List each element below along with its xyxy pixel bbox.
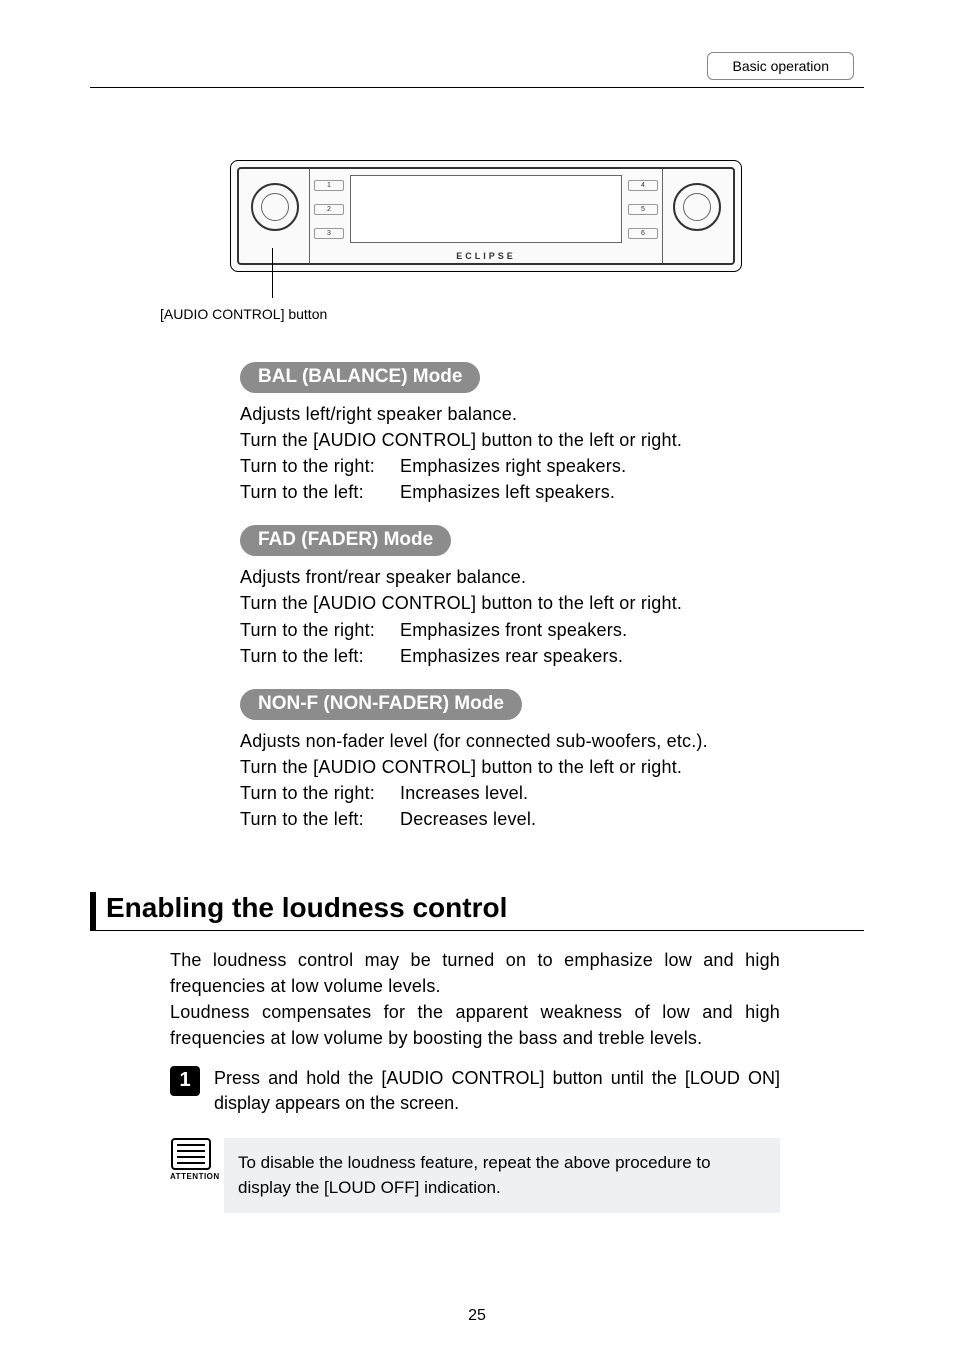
loudness-para-2: Loudness compensates for the apparent we…	[170, 999, 780, 1051]
fad-left-text: Emphasizes rear speakers.	[400, 643, 623, 669]
attention-label: ATTENTION	[170, 1172, 212, 1181]
fad-intro-1: Adjusts front/rear speaker balance.	[240, 564, 770, 590]
device-diagram: 1 2 3 4 5 6 ECLIPSE [AUDIO	[230, 160, 740, 322]
brand-label: ECLIPSE	[456, 251, 516, 261]
loudness-heading-wrap: Enabling the loudness control	[90, 892, 864, 931]
preset-right-buttons: 4 5 6	[628, 173, 658, 245]
header-section-text: Basic operation	[732, 58, 829, 74]
fad-right-text: Emphasizes front speakers.	[400, 617, 627, 643]
fad-mode-heading: FAD (FADER) Mode	[240, 525, 451, 556]
attention-note: ATTENTION To disable the loudness featur…	[170, 1138, 780, 1213]
fad-intro-2: Turn the [AUDIO CONTROL] button to the l…	[240, 590, 770, 616]
step-1-row: 1 Press and hold the [AUDIO CONTROL] but…	[170, 1066, 780, 1116]
callout-label: [AUDIO CONTROL] button	[160, 306, 740, 322]
bal-right-label: Turn to the right:	[240, 453, 400, 479]
header-rule	[90, 87, 864, 88]
bal-left-text: Emphasizes left speakers.	[400, 479, 615, 505]
bal-intro-1: Adjusts left/right speaker balance.	[240, 401, 770, 427]
bal-left-label: Turn to the left:	[240, 479, 400, 505]
bal-right-text: Emphasizes right speakers.	[400, 453, 626, 479]
fad-right-label: Turn to the right:	[240, 617, 400, 643]
page-number: 25	[468, 1307, 486, 1325]
step-1-text: Press and hold the [AUDIO CONTROL] butto…	[214, 1066, 780, 1116]
nonf-right-text: Increases level.	[400, 780, 528, 806]
step-number-badge: 1	[170, 1066, 200, 1096]
nonf-mode-section: NON-F (NON-FADER) Mode Adjusts non-fader…	[240, 689, 770, 832]
fad-mode-section: FAD (FADER) Mode Adjusts front/rear spea…	[240, 525, 770, 668]
loudness-para-1: The loudness control may be turned on to…	[170, 947, 780, 999]
nonf-mode-heading: NON-F (NON-FADER) Mode	[240, 689, 522, 720]
preset-left-buttons: 1 2 3	[314, 173, 344, 245]
bal-mode-heading: BAL (BALANCE) Mode	[240, 362, 480, 393]
loudness-heading: Enabling the loudness control	[106, 892, 864, 930]
audio-control-knob-icon	[251, 183, 299, 231]
right-knob-icon	[673, 183, 721, 231]
nonf-right-label: Turn to the right:	[240, 780, 400, 806]
nonf-intro-1: Adjusts non-fader level (for connected s…	[240, 728, 770, 754]
callout-leader-line	[272, 248, 273, 298]
book-icon	[171, 1138, 211, 1170]
fad-left-label: Turn to the left:	[240, 643, 400, 669]
bal-intro-2: Turn the [AUDIO CONTROL] button to the l…	[240, 427, 770, 453]
nonf-intro-2: Turn the [AUDIO CONTROL] button to the l…	[240, 754, 770, 780]
device-drawing: 1 2 3 4 5 6 ECLIPSE	[230, 160, 742, 272]
nonf-left-label: Turn to the left:	[240, 806, 400, 832]
bal-mode-section: BAL (BALANCE) Mode Adjusts left/right sp…	[240, 362, 770, 505]
header-section-box: Basic operation	[707, 52, 854, 80]
nonf-left-text: Decreases level.	[400, 806, 536, 832]
lcd-screen-icon	[350, 175, 622, 243]
attention-text: To disable the loudness feature, repeat …	[224, 1138, 780, 1213]
